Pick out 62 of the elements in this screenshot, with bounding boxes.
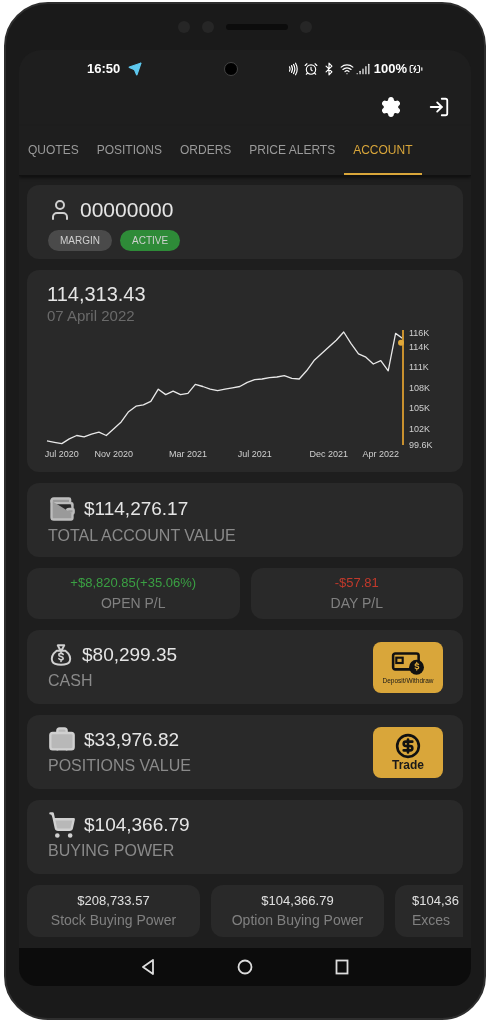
marker-dot (398, 339, 404, 346)
power-value: $104,366.79 (261, 891, 334, 910)
total-label: TOTAL ACCOUNT VALUE (48, 525, 236, 546)
metric-label: BUYING POWER (48, 841, 175, 862)
pnl-value: -$57.81 (334, 574, 379, 593)
x-tick-label: Jul 2021 (237, 448, 272, 459)
power-value: $104,36 (412, 891, 459, 910)
power-value: $208,733.57 (77, 891, 150, 910)
pnl-label: DAY P/L (330, 593, 383, 613)
paper-plane-icon (128, 62, 143, 76)
y-tick-label: 108K (409, 382, 431, 393)
chart-value: 114,313.43 (47, 282, 146, 307)
logout-button[interactable] (427, 95, 451, 119)
pnl-value: +$8,820.85(+35.06%) (70, 574, 197, 593)
y-tick-label: 105K (409, 403, 431, 413)
y-tick-label: 102K (409, 423, 431, 434)
wallet-icon (48, 495, 76, 524)
metric-value: $104,366.79 (84, 812, 190, 837)
dollar-circle-icon (395, 733, 421, 759)
tab[interactable]: QUOTES (19, 126, 88, 175)
metric-value: $80,299.35 (82, 642, 178, 667)
pnl-label: OPEN P/L (100, 593, 166, 613)
y-tick-label: 116K (409, 329, 430, 339)
power-label: Option Buying Power (231, 911, 364, 931)
trade-button[interactable]: Trade (373, 726, 443, 778)
back-button[interactable] (141, 959, 155, 975)
battery-percent: 100% (373, 60, 407, 79)
tab[interactable]: ACCOUNT (344, 126, 422, 175)
recents-button[interactable] (335, 959, 349, 975)
briefcase-icon (48, 726, 76, 754)
card-coin-icon (391, 649, 425, 676)
money-bag-icon (48, 642, 74, 668)
account-badge: MARGIN (48, 229, 112, 251)
settings-button[interactable] (379, 95, 403, 119)
metric-label: CASH (48, 671, 93, 692)
account-number: 00000000 (80, 197, 174, 223)
power-label: Stock Buying Power (50, 911, 177, 931)
camera-hole (224, 62, 239, 76)
cart-icon (48, 811, 76, 839)
account-badge: ACTIVE (120, 229, 181, 251)
metric-value: $33,976.82 (84, 727, 180, 752)
signal-icon (355, 62, 370, 76)
total-value: $114,276.17 (84, 497, 189, 521)
home-button[interactable] (237, 959, 253, 975)
y-tick-label: 114K (409, 341, 430, 352)
wifi-icon (339, 62, 354, 76)
status-time: 16:50 (87, 60, 121, 79)
tab[interactable]: ORDERS (171, 126, 241, 175)
x-tick-label: Nov 2020 (94, 448, 133, 459)
power-label: Exces (412, 911, 451, 931)
alarm-icon (303, 62, 318, 76)
metric-label: POSITIONS VALUE (48, 756, 191, 777)
x-tick-label: Dec 2021 (309, 448, 349, 459)
chart-date: 07 April 2022 (47, 307, 135, 326)
battery-icon (409, 62, 423, 76)
x-tick-label: Mar 2021 (168, 448, 207, 459)
y-tick-label: 99.6K (409, 439, 433, 450)
tab[interactable]: POSITIONS (87, 126, 171, 175)
tab[interactable]: PRICE ALERTS (240, 126, 345, 175)
x-tick-label: Apr 2022 (362, 448, 399, 459)
y-tick-label: 111K (409, 362, 429, 373)
x-tick-label: Jul 2020 (44, 448, 79, 459)
